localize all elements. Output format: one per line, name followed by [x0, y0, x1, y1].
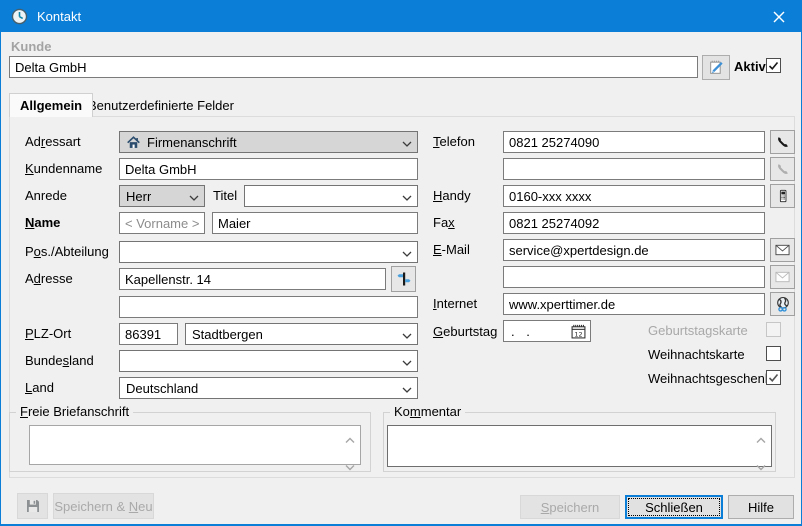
briefanschrift-group: Freie Briefanschrift [9, 412, 371, 472]
calendar-icon[interactable]: 12 [571, 324, 586, 339]
bundesland-label: Bundesland [25, 353, 94, 369]
chevron-down-icon [402, 135, 412, 150]
kontakt-dialog: Kontakt Kunde [0, 0, 802, 526]
save-icon-button[interactable] [17, 493, 48, 519]
titlebar[interactable]: Kontakt [1, 1, 801, 32]
handy-input[interactable] [503, 185, 765, 207]
geburtstag-label: Geburtstag [433, 324, 497, 340]
adresse-label: Adresse [25, 271, 73, 287]
bundesland-select[interactable] [119, 350, 418, 372]
nachname-input[interactable] [212, 212, 418, 234]
chevron-down-icon [402, 245, 412, 260]
handy-dial-button[interactable] [770, 184, 795, 208]
weihnachtskarte-checkbox[interactable] [766, 346, 781, 361]
globe-link-icon [775, 296, 791, 312]
geburtstag-date-input[interactable]: . . 12 [503, 320, 591, 342]
telefon2-input[interactable] [503, 158, 765, 180]
check-icon [768, 60, 779, 71]
close-button[interactable] [756, 1, 801, 32]
aktiv-label: Aktiv [734, 59, 766, 75]
chevron-down-icon [402, 354, 412, 369]
briefanschrift-textarea[interactable] [29, 425, 361, 465]
kommentar-legend: Kommentar [390, 404, 465, 419]
fax-label: Fax [433, 215, 455, 231]
adressart-select[interactable]: Firmenanschrift [119, 131, 418, 153]
aktiv-checkbox[interactable] [766, 58, 781, 73]
hilfe-button[interactable]: Hilfe [728, 495, 794, 519]
geburtstagskarte-label: Geburtstagskarte [648, 323, 748, 339]
kundenname-label: Kundenname [25, 161, 102, 177]
adresse-input[interactable] [119, 268, 386, 290]
chevron-down-icon [189, 189, 199, 204]
close-icon [773, 11, 785, 23]
pos-abteilung-select[interactable] [119, 241, 418, 263]
kunde-input[interactable] [9, 56, 698, 78]
tab-benutzerdefinierte-felder[interactable]: Benutzerdefinierte Felder [78, 94, 244, 116]
land-label: Land [25, 380, 54, 396]
titel-select[interactable] [244, 185, 418, 207]
phone-icon [776, 135, 790, 149]
kommentar-group: Kommentar [383, 412, 776, 472]
phone-icon [776, 162, 790, 176]
vorname-input[interactable] [119, 212, 205, 234]
signpost-icon [396, 271, 412, 287]
kunde-edit-button[interactable] [702, 55, 730, 80]
chevron-down-icon [402, 327, 412, 342]
telefon-input[interactable] [503, 131, 765, 153]
adresse-route-button[interactable] [391, 266, 416, 292]
titel-label: Titel [213, 188, 237, 204]
chevron-down-icon [402, 189, 412, 204]
scroll-up-icon[interactable] [755, 431, 767, 449]
anrede-label: Anrede [25, 188, 67, 204]
tab-allgemein[interactable]: Allgemein [9, 93, 93, 117]
plz-input[interactable] [119, 323, 178, 345]
kundenname-input[interactable] [119, 158, 418, 180]
email-send-button[interactable] [770, 238, 795, 262]
internet-open-button[interactable] [770, 292, 795, 316]
briefanschrift-legend: Freie Briefanschrift [16, 404, 133, 419]
internet-label: Internet [433, 296, 477, 312]
kunde-label: Kunde [11, 39, 51, 55]
chevron-down-icon [402, 381, 412, 396]
app-clock-icon [11, 8, 28, 25]
scroll-down-icon[interactable] [344, 458, 356, 476]
edit-note-icon [708, 59, 725, 76]
internet-input[interactable] [503, 293, 765, 315]
schliessen-button[interactable]: Schließen [625, 495, 723, 519]
envelope-icon [775, 244, 790, 256]
email-input[interactable] [503, 239, 765, 261]
save-floppy-icon [25, 498, 41, 514]
email-label: E-Mail [433, 242, 470, 258]
land-select[interactable]: Deutschland [119, 377, 418, 399]
svg-text:12: 12 [574, 330, 582, 338]
house-icon [126, 135, 141, 150]
ort-select[interactable]: Stadtbergen [185, 323, 418, 345]
fax-input[interactable] [503, 212, 765, 234]
scroll-up-icon[interactable] [344, 431, 356, 449]
adressart-label: Adressart [25, 134, 81, 150]
scroll-down-icon[interactable] [755, 458, 767, 476]
email2-send-button[interactable] [770, 265, 795, 289]
telefon-label: Telefon [433, 134, 475, 150]
handy-label: Handy [433, 188, 471, 204]
kommentar-textarea[interactable] [387, 425, 772, 467]
telefon2-dial-button[interactable] [770, 157, 795, 181]
check-icon [768, 372, 779, 383]
weihnachtskarte-label: Weihnachtskarte [648, 347, 745, 363]
speichern-button[interactable]: Speichern [520, 495, 620, 519]
window-title: Kontakt [37, 9, 756, 24]
mobile-phone-icon [776, 189, 790, 203]
geburtstagskarte-checkbox[interactable] [766, 322, 781, 337]
plz-ort-label: PLZ-Ort [25, 326, 71, 342]
adresse-zusatz-input[interactable] [119, 296, 418, 318]
pos-abteilung-label: Pos./Abteilung [25, 244, 109, 260]
telefon-dial-button[interactable] [770, 130, 795, 154]
anrede-select[interactable]: Herr [119, 185, 205, 207]
weihnachtsgeschenk-label: Weihnachtsgeschenk [648, 371, 771, 387]
weihnachtsgeschenk-checkbox[interactable] [766, 370, 781, 385]
email2-input[interactable] [503, 266, 765, 288]
name-label: Name [25, 215, 60, 231]
speichern-neu-button[interactable]: Speichern & Neu [53, 493, 154, 519]
envelope-icon [775, 271, 790, 283]
